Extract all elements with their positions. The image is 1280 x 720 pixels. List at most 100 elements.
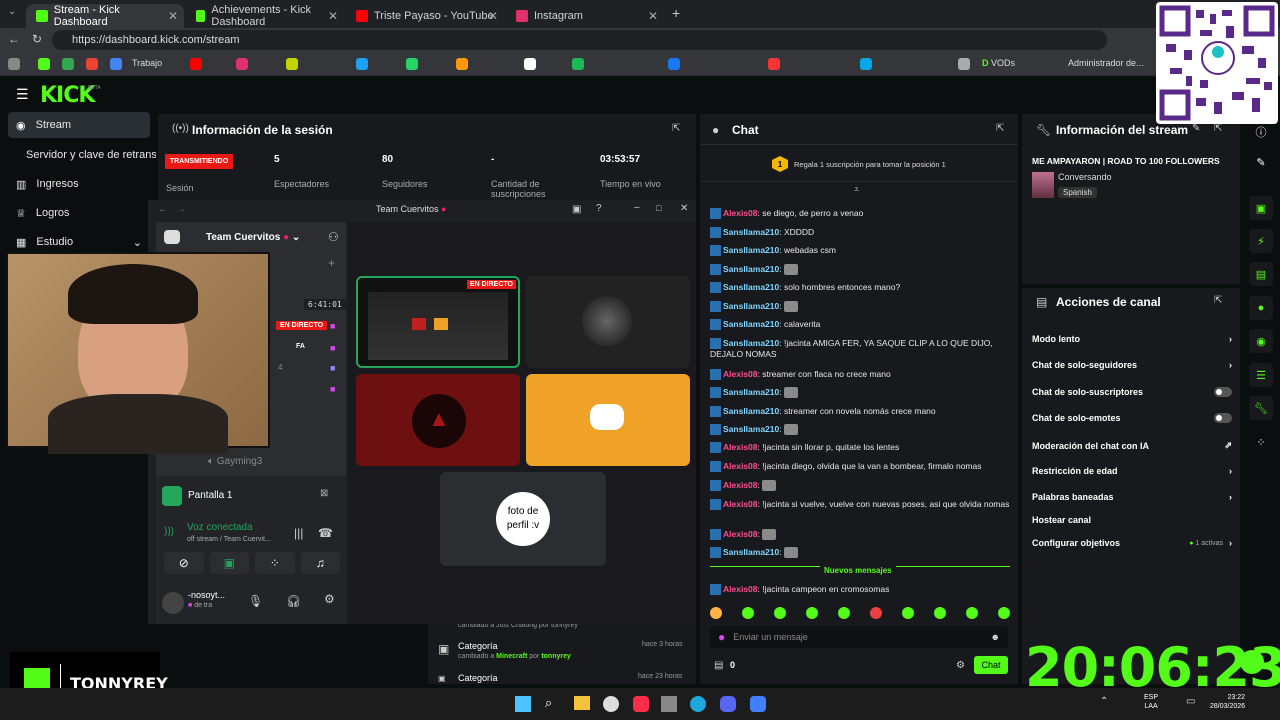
chat-username[interactable]: Sansllama210: [723, 282, 779, 292]
action-goals[interactable]: Configurar objetivos ● 1 activas ›: [1032, 538, 1232, 548]
tray-chevron-icon[interactable]: ⌃: [1100, 696, 1108, 707]
inbox-icon[interactable]: ▣: [572, 204, 581, 215]
stream-tile[interactable]: EN DIRECTO: [356, 276, 520, 368]
chat-username[interactable]: Alexis08: [723, 529, 758, 539]
bookmark-vods[interactable]: D VODs: [982, 58, 1015, 68]
participant-tile[interactable]: [526, 276, 690, 368]
bookmark-icon[interactable]: [86, 58, 98, 70]
close-tab-icon[interactable]: ✕: [648, 9, 658, 23]
bookmark-icon[interactable]: [38, 58, 50, 70]
discord-server-name[interactable]: Team Cuervitos ● ⌄: [206, 232, 300, 243]
apps-icon[interactable]: ⁘: [1249, 430, 1273, 454]
chat-username[interactable]: Alexis08: [723, 499, 758, 509]
action-slow-mode[interactable]: Modo lento ›: [1032, 334, 1232, 344]
participant-tile[interactable]: foto de perfil :v: [440, 472, 606, 566]
chat-username[interactable]: Alexis08: [723, 369, 758, 379]
close-icon[interactable]: ✕: [680, 203, 688, 214]
popout-icon[interactable]: ⇱: [1214, 123, 1222, 134]
facebook-icon[interactable]: [668, 58, 680, 70]
wrench-icon[interactable]: 🔧︎: [1249, 396, 1273, 420]
action-followers-only[interactable]: Chat de solo-seguidores ›: [1032, 360, 1232, 370]
activity-category[interactable]: Minecraft: [496, 653, 527, 660]
language-indicator[interactable]: ESP LAA: [1144, 693, 1158, 711]
discord-icon[interactable]: [720, 696, 736, 712]
mic-icon[interactable]: ●: [718, 630, 725, 644]
emote-icon[interactable]: [966, 607, 978, 619]
maximize-icon[interactable]: □: [656, 203, 661, 213]
reload-icon[interactable]: ↻: [32, 32, 42, 46]
emote-icon[interactable]: [838, 607, 850, 619]
bookmark-icon[interactable]: [236, 58, 248, 70]
discord-logo-icon[interactable]: [164, 230, 180, 244]
chat-username[interactable]: Alexis08: [723, 442, 758, 452]
close-tab-icon[interactable]: ✕: [328, 9, 338, 23]
hamburger-menu-icon[interactable]: ☰: [16, 86, 29, 103]
action-host-channel[interactable]: Hostear canal: [1032, 515, 1232, 525]
chat-username[interactable]: Alexis08: [723, 584, 758, 594]
soundboard-icon[interactable]: ♫: [300, 552, 340, 574]
activities-icon[interactable]: ⁘: [255, 552, 295, 574]
stop-share-icon[interactable]: ⊠: [320, 488, 328, 499]
mic-icon[interactable]: 🎙︎: [248, 594, 263, 608]
bookmark-icon[interactable]: [958, 58, 970, 70]
bookmark-icon[interactable]: [768, 58, 780, 70]
search-icon[interactable]: ⌕: [545, 695, 552, 711]
url-input[interactable]: https://dashboard.kick.com/stream: [52, 30, 1107, 50]
action-age-restriction[interactable]: Restricción de edad ›: [1032, 466, 1232, 476]
start-icon[interactable]: [515, 696, 531, 712]
apps-icon[interactable]: [8, 58, 20, 70]
settings-icon[interactable]: ⚙: [324, 592, 335, 606]
bookmark-icon[interactable]: [456, 58, 468, 70]
file-explorer-icon[interactable]: [574, 696, 590, 710]
screen-icon[interactable]: ▣: [1249, 196, 1273, 220]
bookmark-icon[interactable]: [356, 58, 368, 70]
github-icon[interactable]: [603, 696, 619, 712]
network-icon[interactable]: ▭: [1186, 696, 1195, 707]
action-banned-words[interactable]: Palabras baneadas ›: [1032, 492, 1232, 502]
chat-username[interactable]: Sansllama210: [723, 264, 779, 274]
forward-icon[interactable]: →: [176, 204, 186, 215]
gift-sub-banner[interactable]: 1 Regala 1 suscripción para tomar la pos…: [700, 144, 1018, 182]
back-icon[interactable]: ←: [158, 204, 168, 215]
tab-youtube[interactable]: Triste Payaso - YouTube ✕: [346, 4, 504, 28]
activity-user[interactable]: tonnyrey: [541, 653, 571, 660]
emote-icon[interactable]: [902, 607, 914, 619]
kick-logo[interactable]: KICK: [40, 83, 95, 108]
broadcast-icon[interactable]: ◉: [1249, 329, 1273, 353]
headphones-icon[interactable]: 🎧︎: [286, 594, 301, 608]
sidebar-item-stream[interactable]: ◉ Stream: [8, 112, 150, 138]
emote-icon[interactable]: [806, 607, 818, 619]
back-icon[interactable]: ←: [8, 32, 20, 46]
pin-icon[interactable]: ⩡: [854, 184, 859, 195]
tab-instagram[interactable]: Instagram ✕: [506, 4, 664, 28]
chat-username[interactable]: Sansllama210: [723, 301, 779, 311]
bookmark-icon[interactable]: [406, 58, 418, 70]
share-screen-icon[interactable]: ▣: [209, 552, 249, 574]
chat-username[interactable]: Sansllama210: [723, 338, 779, 348]
app-icon[interactable]: [750, 696, 766, 712]
tab-achievements[interactable]: Achievements - Kick Dashboard ✕: [186, 4, 344, 28]
new-tab-icon[interactable]: +: [672, 5, 680, 21]
chat-username[interactable]: Alexis08: [723, 208, 758, 218]
emote-icon[interactable]: [998, 607, 1010, 619]
participant-tile[interactable]: [526, 374, 690, 466]
whatsapp-icon[interactable]: [1240, 650, 1264, 674]
bookmark-icon[interactable]: [190, 58, 202, 70]
edit-icon[interactable]: ✎: [1249, 150, 1273, 174]
emote-icon[interactable]: [710, 607, 722, 619]
emoji-icon[interactable]: ☻: [991, 632, 1000, 642]
capture-icon[interactable]: [661, 696, 677, 712]
avatar[interactable]: [162, 592, 184, 614]
system-clock[interactable]: 23:22 28/03/2026: [1210, 693, 1245, 711]
noise-icon[interactable]: |||: [294, 526, 303, 540]
close-tab-icon[interactable]: ✕: [488, 9, 498, 23]
sidebar-item-server-key[interactable]: Servidor y clave de retransmisión: [8, 142, 156, 168]
bookmark-icon[interactable]: [110, 58, 122, 70]
lightning-icon[interactable]: ⚡︎: [1249, 229, 1273, 253]
edge-icon[interactable]: [690, 696, 706, 712]
participant-tile[interactable]: ▲: [356, 374, 520, 466]
action-ai-moderation[interactable]: Moderación del chat con IA ⇗: [1032, 440, 1232, 451]
sidebar-item-income[interactable]: ▥ Ingresos: [8, 171, 150, 197]
bookmark-folder-trabajo[interactable]: Trabajo: [132, 58, 162, 68]
popout-icon[interactable]: ⇱: [672, 123, 680, 134]
